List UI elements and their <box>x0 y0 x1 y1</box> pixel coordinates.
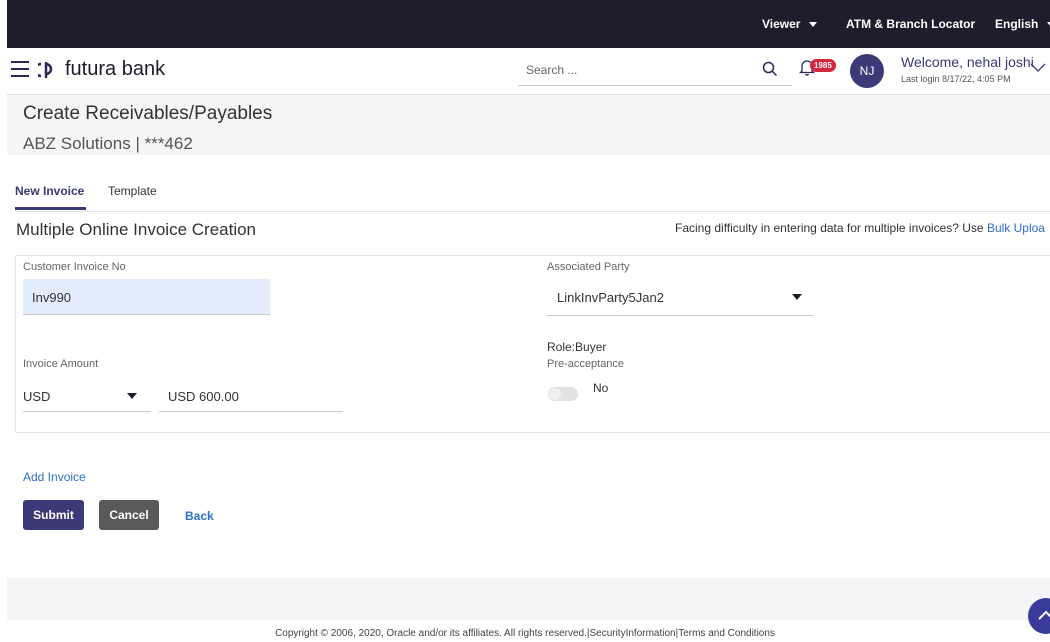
caret-down-icon <box>792 294 802 300</box>
top-bar: Viewer ATM & Branch Locator English <box>0 0 1050 48</box>
viewer-label: Viewer <box>762 17 801 31</box>
preacceptance-value: No <box>593 381 609 395</box>
tab-new-invoice[interactable]: New Invoice <box>15 184 84 198</box>
tab-template[interactable]: Template <box>108 184 157 198</box>
invoice-amount-value: USD 600.00 <box>168 389 239 404</box>
footer-band <box>7 578 1050 620</box>
toggle-knob <box>549 388 561 400</box>
submit-button[interactable]: Submit <box>23 500 84 530</box>
help-text: Facing difficulty in entering data for m… <box>675 221 987 235</box>
currency-select[interactable]: USD <box>23 380 151 412</box>
associated-party-select[interactable]: LinkInvParty5Jan2 <box>547 280 814 316</box>
caret-down-icon <box>809 22 818 28</box>
customer-invoice-label: Customer Invoice No <box>23 261 126 273</box>
futura-logo-icon <box>38 62 53 78</box>
atm-branch-locator-link[interactable]: ATM & Branch Locator <box>846 17 975 31</box>
search-input[interactable]: Search ... <box>526 63 577 77</box>
language-dropdown[interactable]: English <box>995 17 1050 31</box>
avatar[interactable]: NJ <box>850 54 884 88</box>
back-link[interactable]: Back <box>185 509 214 523</box>
footer-copyright: Copyright © 2006, 2020, Oracle and/or it… <box>275 628 775 639</box>
scroll-to-top-button[interactable] <box>1028 598 1050 634</box>
logo-text: futura bank <box>65 58 166 80</box>
welcome-text: Welcome, nehal joshi <box>901 54 1034 70</box>
page-title: Create Receivables/Payables <box>23 103 273 124</box>
customer-invoice-input[interactable]: Inv990 <box>23 279 270 315</box>
invoice-amount-input[interactable]: USD 600.00 <box>159 380 343 412</box>
page-subtitle: ABZ Solutions | ***462 <box>23 134 193 153</box>
associated-party-value: LinkInvParty5Jan2 <box>557 290 664 305</box>
section-title: Multiple Online Invoice Creation <box>16 220 257 239</box>
hamburger-menu-icon[interactable] <box>11 61 29 77</box>
add-invoice-link[interactable]: Add Invoice <box>23 470 86 484</box>
role-text: Role:Buyer <box>547 340 607 354</box>
viewer-dropdown[interactable]: Viewer <box>762 17 818 31</box>
preacceptance-toggle[interactable] <box>548 387 578 401</box>
tab-divider <box>15 211 1050 212</box>
invoice-amount-label: Invoice Amount <box>23 358 99 370</box>
chevron-down-icon[interactable] <box>1030 63 1046 73</box>
bulk-upload-link[interactable]: Bulk Uploa <box>987 221 1045 235</box>
search-field[interactable]: Search ... <box>518 55 792 86</box>
cancel-button[interactable]: Cancel <box>99 500 159 530</box>
bulk-upload-help: Facing difficulty in entering data for m… <box>675 221 1045 235</box>
last-login-text: Last login 8/17/22, 4:05 PM <box>901 74 1011 84</box>
preacceptance-label: Pre-acceptance <box>547 358 625 370</box>
notification-count-badge: 1985 <box>810 59 836 72</box>
active-tab-indicator <box>15 207 86 210</box>
search-icon[interactable] <box>762 61 778 77</box>
chevron-up-icon <box>1038 610 1050 620</box>
left-edge-strip <box>0 0 7 642</box>
language-label: English <box>995 17 1039 31</box>
customer-invoice-value: Inv990 <box>32 290 72 305</box>
currency-value: USD <box>23 389 51 404</box>
caret-down-icon <box>127 393 137 399</box>
associated-party-label: Associated Party <box>547 261 630 273</box>
